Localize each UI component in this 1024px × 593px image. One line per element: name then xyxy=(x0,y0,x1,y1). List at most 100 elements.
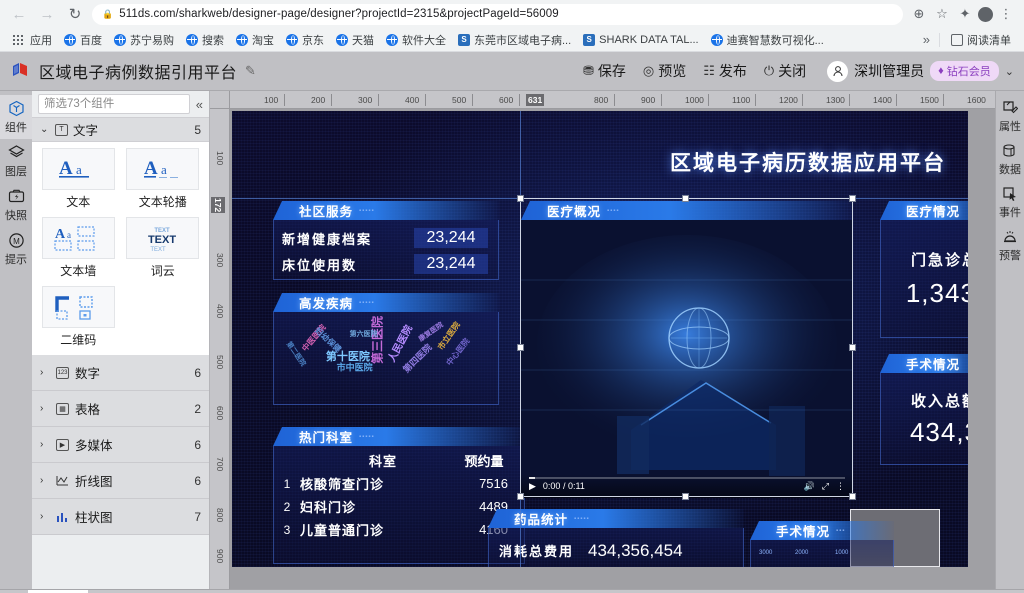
save-button[interactable]: ⛃ 保存 xyxy=(583,61,626,81)
bookmark-apps[interactable]: 应用 xyxy=(7,30,58,50)
card-title: 热门科室 xyxy=(299,431,354,445)
category-row-media[interactable]: › ▶ 多媒体 6 xyxy=(32,427,209,463)
collapse-panel-icon[interactable]: « xyxy=(194,97,205,112)
sidebar-item-layers[interactable]: 图层 xyxy=(0,139,32,183)
chevron-down-icon[interactable]: ⌄ xyxy=(1005,65,1014,78)
reading-list-button[interactable]: 阅读清单 xyxy=(945,30,1017,50)
resize-handle-n[interactable] xyxy=(682,195,689,202)
canvas-area[interactable]: 100 200 300 400 500 600 631 800 900 1000… xyxy=(210,91,995,589)
resize-handle-sw[interactable] xyxy=(517,493,524,500)
resize-handle-ne[interactable] xyxy=(849,195,856,202)
category-row-numbers[interactable]: › 123 数字 6 xyxy=(32,355,209,391)
component-item-word-cloud[interactable]: TEXT TEXT TEXT 词云 xyxy=(124,217,203,284)
close-button[interactable]: ⏻ 关闭 xyxy=(764,61,806,81)
address-bar[interactable]: 🔒 511ds.com/sharkweb/designer-page/desig… xyxy=(92,3,903,25)
save-label: 保存 xyxy=(597,63,626,79)
tab-mobile[interactable]: ▯ 手 xyxy=(309,590,361,593)
card-high-incidence-disease[interactable]: 高发疾病 ▪▪▪▪▪ 第十医院 市中医院 人民医院 第三医院 第四医院 市立医院 中心医院中… xyxy=(273,293,499,405)
card-drug-statistics[interactable]: 药品统计 ▪▪▪▪▪ 消耗总费用 434,356,454 xyxy=(488,509,744,567)
card-header: 手术情况 ▪▪▪ xyxy=(750,521,894,540)
bookmark-item[interactable]: S 东莞市区域电子病... xyxy=(452,30,577,50)
bookmark-item[interactable]: 苏宁易购 xyxy=(108,30,180,50)
resize-handle-w[interactable] xyxy=(517,344,524,351)
resize-handle-e[interactable] xyxy=(849,344,856,351)
edit-title-pencil-icon[interactable]: ✎ xyxy=(245,63,256,79)
ruler-tick: 500 xyxy=(452,95,467,105)
svg-text:M: M xyxy=(13,237,20,246)
component-item-text[interactable]: Aa 文本 xyxy=(39,148,118,215)
search-input[interactable]: 筛选73个组件 xyxy=(38,94,190,114)
svg-text:TEXT: TEXT xyxy=(150,247,166,253)
resize-handle-nw[interactable] xyxy=(517,195,524,202)
sidebar-item-properties[interactable]: 属性 xyxy=(994,95,1024,138)
publish-button[interactable]: ☷ 发布 xyxy=(703,61,747,81)
sidebar-item-snapshot[interactable]: 快照 xyxy=(0,183,32,227)
category-header-text[interactable]: ⌄ T 文字 5 xyxy=(32,117,209,142)
bookmark-item[interactable]: 软件大全 xyxy=(380,30,452,50)
sidebar-item-events[interactable]: 事件 xyxy=(994,181,1024,224)
card-medical-status[interactable]: 医疗情况 门急诊总 1,343, xyxy=(880,201,968,338)
category-row-line-chart[interactable]: › 折线图 6 xyxy=(32,463,209,499)
extensions-icon[interactable]: ✦ xyxy=(955,4,975,24)
publish-label: 发布 xyxy=(718,63,747,79)
ruler-vertical[interactable]: 100 172 300 400 500 600 700 800 900 xyxy=(210,109,230,589)
stage-viewport[interactable]: 区域电子病历数据应用平台 社区服务 ▪▪▪▪▪ 新增健康档案 23,244 床位… xyxy=(230,109,995,589)
sidebar-item-label: 事件 xyxy=(999,207,1021,219)
sidebar-item-data[interactable]: 数据 xyxy=(994,138,1024,181)
sidebar-item-alerts[interactable]: 预警 xyxy=(994,224,1024,267)
close-label: 关闭 xyxy=(778,63,807,79)
category-row-bar-chart[interactable]: › 柱状图 7 xyxy=(32,499,209,535)
tab-vertical-screen[interactable]: ▯ 立式屏 xyxy=(233,590,310,593)
bookmark-item[interactable]: 天猫 xyxy=(330,30,380,50)
component-item-text-wall[interactable]: Aa 文本墙 xyxy=(39,217,118,284)
line-chart-icon xyxy=(56,475,69,487)
zoom-icon[interactable]: ⊕ xyxy=(909,4,929,24)
component-item-qrcode[interactable]: 二维码 xyxy=(39,286,118,353)
card-community-service[interactable]: 社区服务 ▪▪▪▪▪ 新增健康档案 23,244 床位使用数 23,244 xyxy=(273,201,499,280)
bookmark-item[interactable]: 京东 xyxy=(280,30,330,50)
back-icon[interactable]: ← xyxy=(8,3,30,25)
browser-menu-icon[interactable]: ⋮ xyxy=(996,4,1016,24)
globe-icon xyxy=(114,33,126,46)
ruler-horizontal[interactable]: 100 200 300 400 500 600 631 800 900 1000… xyxy=(230,91,995,109)
component-item-text-carousel[interactable]: Aa 文本轮播 xyxy=(124,148,203,215)
bookmark-item[interactable]: 迪赛智慧数可视化... xyxy=(705,30,830,50)
metric-value: 434,3 xyxy=(909,416,968,447)
bookmark-item[interactable]: S SHARK DATA TAL... xyxy=(577,32,704,48)
sidebar-item-label: 提示 xyxy=(5,254,27,266)
svg-text:TEXT: TEXT xyxy=(148,234,176,246)
globe-icon xyxy=(286,33,298,46)
preview-button[interactable]: ◎ 预览 xyxy=(643,61,686,81)
tab-large-screen[interactable]: ▤ 超大屏 xyxy=(156,590,233,593)
user-menu[interactable]: 深圳管理员 ♦ 钻石会员 ⌄ xyxy=(827,60,1014,82)
sidebar-item-label: 属性 xyxy=(999,121,1021,133)
reload-icon[interactable]: ↻ xyxy=(64,3,86,25)
resize-handle-se[interactable] xyxy=(849,493,856,500)
profile-avatar-icon[interactable] xyxy=(978,6,993,22)
tab-pc-screen[interactable]: ▣ PC电 xyxy=(88,590,157,593)
component-label: 二维码 xyxy=(60,333,97,347)
tab-meeting-screen[interactable]: 会议屏 xyxy=(28,589,88,593)
selection-box[interactable] xyxy=(520,198,853,497)
bookmark-item[interactable]: 淘宝 xyxy=(230,30,280,50)
card-surgery-bottom[interactable]: 手术情况 ▪▪▪ 3000 2000 1000 xyxy=(750,521,894,567)
bookmark-label: 百度 xyxy=(80,34,102,47)
dashboard-title[interactable]: 区域电子病历数据应用平台 xyxy=(670,147,946,177)
bookmark-label: 苏宁易购 xyxy=(130,34,174,47)
bookmark-star-icon[interactable]: ☆ xyxy=(932,4,952,24)
forward-icon[interactable]: → xyxy=(36,3,58,25)
apps-grid-icon xyxy=(13,34,23,45)
card-surgery-status[interactable]: 手术情况 收入总额 434,3 xyxy=(880,354,968,465)
bookmark-overflow-icon[interactable]: » xyxy=(919,32,934,47)
browser-nav-bar: ← → ↻ 🔒 511ds.com/sharkweb/designer-page… xyxy=(0,0,1024,28)
sidebar-item-components[interactable]: 组件 xyxy=(0,95,32,139)
card-header: 手术情况 xyxy=(880,354,968,373)
category-row-table[interactable]: › ▦ 表格 2 xyxy=(32,391,209,427)
dashboard-stage[interactable]: 区域电子病历数据应用平台 社区服务 ▪▪▪▪▪ 新增健康档案 23,244 床位… xyxy=(232,111,968,567)
metric-label: 新增健康档案 xyxy=(282,231,373,247)
resize-handle-s[interactable] xyxy=(682,493,689,500)
bookmark-item[interactable]: 百度 xyxy=(58,30,108,50)
sidebar-item-hint[interactable]: M 提示 xyxy=(0,227,32,271)
bookmark-item[interactable]: 搜索 xyxy=(180,30,230,50)
hint-icon: M xyxy=(8,232,25,253)
